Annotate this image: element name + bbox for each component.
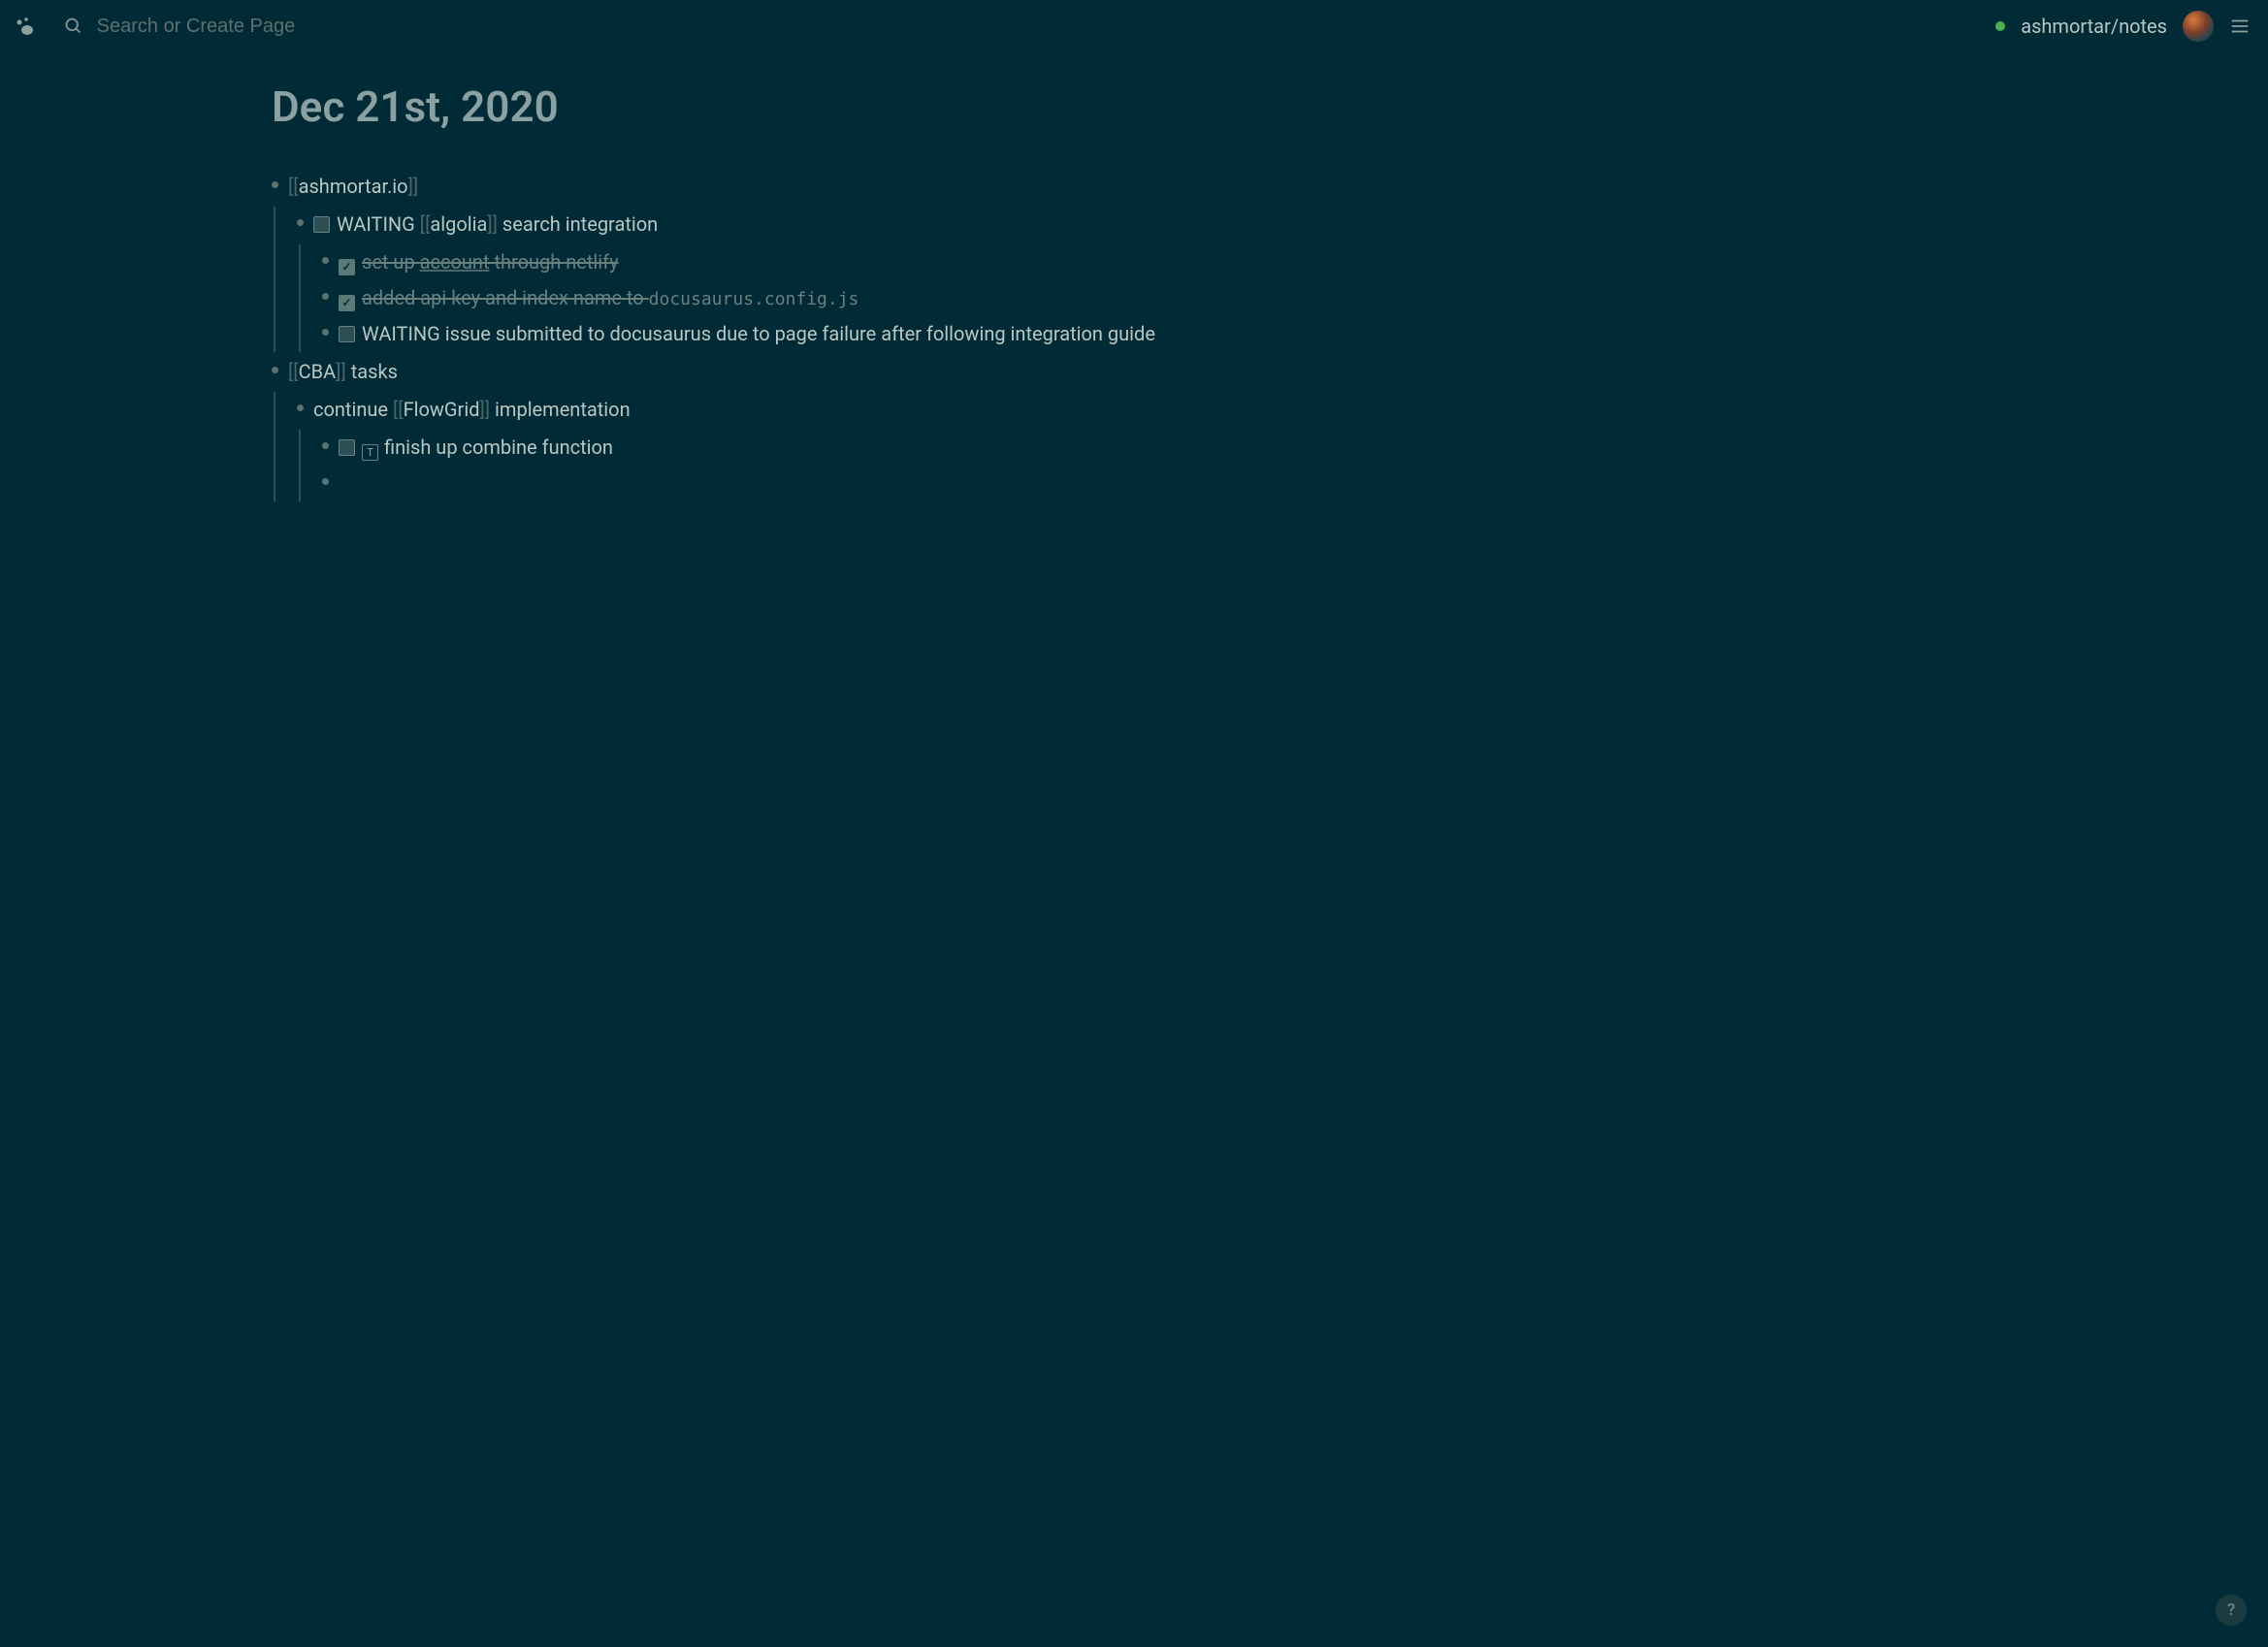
- status-label: WAITING: [362, 322, 440, 345]
- block-row[interactable]: [[CBA]] tasks: [272, 354, 1232, 390]
- block-content[interactable]: set up account through netlify: [339, 247, 1232, 277]
- page-content: Dec 21st, 2020 [[ashmortar.io]] WAITING …: [272, 52, 1232, 501]
- block-content[interactable]: continue [[FlowGrid]] implementation: [313, 395, 1232, 425]
- search-icon: [64, 16, 83, 36]
- page-title[interactable]: Dec 21st, 2020: [272, 81, 1232, 132]
- block: WAITING issue submitted to docusaurus du…: [322, 316, 1232, 352]
- status-label: WAITING: [337, 212, 415, 236]
- block-row[interactable]: WAITING issue submitted to docusaurus du…: [322, 316, 1232, 352]
- block-content[interactable]: [[CBA]] tasks: [288, 357, 1232, 387]
- page-link[interactable]: [[CBA]]: [288, 360, 346, 383]
- block-content[interactable]: added api key and index name to docusaur…: [339, 283, 1232, 313]
- todo-checkbox-checked[interactable]: [339, 259, 355, 275]
- block-row[interactable]: [[ashmortar.io]]: [272, 169, 1232, 205]
- header-left: [14, 15, 1995, 38]
- logo-icon[interactable]: [14, 15, 37, 38]
- block-content[interactable]: WAITING issue submitted to docusaurus du…: [339, 319, 1232, 349]
- block-row[interactable]: [322, 466, 1232, 501]
- bullet-icon[interactable]: [272, 181, 278, 188]
- block-content[interactable]: [339, 468, 1232, 499]
- block-row[interactable]: Tfinish up combine function: [322, 430, 1232, 466]
- hamburger-menu-icon[interactable]: [2229, 16, 2251, 37]
- done-text: set up account through netlify: [362, 250, 619, 274]
- block: continue [[FlowGrid]] implementation Tfi…: [297, 392, 1232, 501]
- text: continue: [313, 398, 393, 421]
- page-link-text: FlowGrid: [404, 398, 480, 421]
- template-badge-icon[interactable]: T: [362, 444, 378, 461]
- children: set up account through netlify added api…: [299, 244, 1232, 352]
- avatar[interactable]: [2183, 11, 2214, 42]
- block-content[interactable]: [[ashmortar.io]]: [288, 172, 1232, 202]
- children: continue [[FlowGrid]] implementation Tfi…: [274, 392, 1232, 501]
- todo-checkbox[interactable]: [339, 326, 355, 342]
- block: [322, 466, 1232, 501]
- text: issue submitted to docusaurus due to pag…: [440, 322, 1155, 345]
- block-content[interactable]: Tfinish up combine function: [339, 433, 1232, 463]
- outline: [[ashmortar.io]] WAITING [[algolia]] sea…: [272, 169, 1232, 501]
- status-dot-icon: [1995, 21, 2005, 31]
- done-text: added api key and index name to: [362, 286, 649, 309]
- text: search integration: [498, 212, 658, 236]
- search-wrap: [64, 16, 1995, 38]
- header: ashmortar/notes: [0, 0, 2268, 52]
- page-link-text: CBA: [299, 360, 337, 383]
- bullet-icon[interactable]: [322, 442, 329, 449]
- page-link-text: ashmortar.io: [299, 175, 408, 198]
- text: tasks: [346, 360, 398, 383]
- page-link[interactable]: [[algolia]]: [420, 212, 498, 236]
- children: Tfinish up combine function: [299, 430, 1232, 501]
- bullet-icon[interactable]: [297, 219, 304, 226]
- bullet-icon[interactable]: [322, 478, 329, 485]
- todo-checkbox[interactable]: [313, 216, 330, 233]
- block-row[interactable]: WAITING [[algolia]] search integration: [297, 207, 1232, 242]
- block: Tfinish up combine function: [322, 430, 1232, 466]
- bullet-icon[interactable]: [272, 367, 278, 373]
- bullet-icon[interactable]: [322, 293, 329, 300]
- page-link-text: algolia: [430, 212, 487, 236]
- bullet-icon[interactable]: [322, 257, 329, 264]
- block: WAITING [[algolia]] search integration s…: [297, 207, 1232, 352]
- repo-label[interactable]: ashmortar/notes: [2021, 15, 2167, 38]
- block: [[CBA]] tasks continue [[FlowGrid]] impl…: [272, 354, 1232, 501]
- todo-checkbox-checked[interactable]: [339, 295, 355, 311]
- block: added api key and index name to docusaur…: [322, 280, 1232, 316]
- block: [[ashmortar.io]] WAITING [[algolia]] sea…: [272, 169, 1232, 352]
- help-button[interactable]: ?: [2216, 1595, 2247, 1626]
- header-right: ashmortar/notes: [1995, 11, 2251, 42]
- page-link[interactable]: [[ashmortar.io]]: [288, 175, 418, 198]
- text: finish up combine function: [384, 436, 613, 459]
- block-row[interactable]: set up account through netlify: [322, 244, 1232, 280]
- children: WAITING [[algolia]] search integration s…: [274, 207, 1232, 352]
- bullet-icon[interactable]: [297, 404, 304, 411]
- page-link[interactable]: [[FlowGrid]]: [393, 398, 490, 421]
- bullet-icon[interactable]: [322, 329, 329, 336]
- todo-checkbox[interactable]: [339, 439, 355, 456]
- search-input[interactable]: [97, 16, 1996, 38]
- block-row[interactable]: continue [[FlowGrid]] implementation: [297, 392, 1232, 428]
- text: implementation: [490, 398, 631, 421]
- block-row[interactable]: added api key and index name to docusaur…: [322, 280, 1232, 316]
- inline-code: docusaurus.config.js: [649, 289, 859, 309]
- block-content[interactable]: WAITING [[algolia]] search integration: [313, 210, 1232, 240]
- block: set up account through netlify: [322, 244, 1232, 280]
